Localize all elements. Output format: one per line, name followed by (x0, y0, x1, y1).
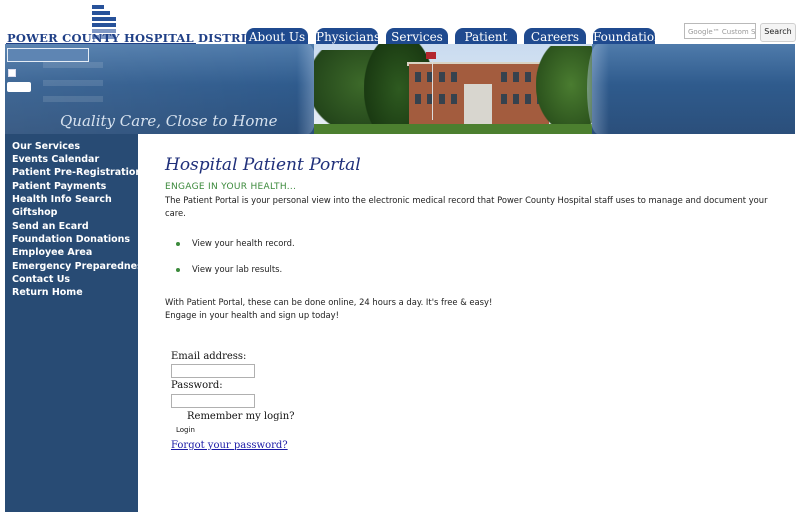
sidebar-item-giftshop[interactable]: Giftshop (12, 207, 57, 218)
search-input[interactable]: Google™ Custom Search (684, 23, 756, 39)
intro-text-line: The Patient Portal is your personal view… (165, 195, 768, 205)
section-subhead: ENGAGE IN YOUR HEALTH... (165, 182, 297, 192)
sidebar-item-our-services[interactable]: Our Services (12, 141, 80, 152)
banner-decoration (43, 96, 103, 102)
header-banner: Quality Care, Close to Home (5, 44, 795, 134)
sidebar-item-contact-us[interactable]: Contact Us (12, 274, 70, 285)
sidebar-item-patient-payments[interactable]: Patient Payments (12, 181, 106, 192)
page-title: Hospital Patient Portal (165, 155, 361, 175)
search-button[interactable]: Search (760, 23, 796, 42)
intro-text-line: care. (165, 208, 186, 218)
banner-button[interactable] (7, 82, 31, 92)
sidebar-item-health-info-search[interactable]: Health Info Search (12, 194, 112, 205)
banner-text-field[interactable] (7, 48, 89, 62)
nav-tab-careers[interactable]: Careers (524, 28, 586, 45)
closing-text-line: With Patient Portal, these can be done o… (165, 297, 493, 307)
banner-tagline: Quality Care, Close to Home (60, 112, 278, 130)
password-field[interactable] (171, 394, 255, 408)
banner-arc-right (587, 44, 609, 134)
nav-tab-about-us[interactable]: About Us (246, 28, 308, 45)
banner-checkbox[interactable] (8, 69, 16, 77)
sidebar-item-foundation-donations[interactable]: Foundation Donations (12, 234, 130, 245)
hospital-building-photo (314, 44, 592, 134)
sidebar-item-patient-pre-registration[interactable]: Patient Pre-Registration (12, 167, 142, 178)
remember-login-label[interactable]: Remember my login? (187, 411, 295, 422)
bullet-item: View your lab results. (192, 264, 283, 274)
forgot-password-link[interactable]: Forgot your password? (171, 440, 288, 451)
sidebar-item-return-home[interactable]: Return Home (12, 287, 83, 298)
banner-decoration (43, 62, 103, 68)
nav-tab-physicians[interactable]: Physicians (316, 28, 380, 45)
banner-decoration (43, 80, 103, 86)
sidebar-nav: Our Services Events Calendar Patient Pre… (5, 134, 148, 512)
bullet-item: View your health record. (192, 238, 295, 248)
sidebar-item-events-calendar[interactable]: Events Calendar (12, 154, 99, 165)
email-field[interactable] (171, 364, 255, 378)
closing-text-line: Engage in your health and sign up today! (165, 310, 339, 320)
nav-tab-patient-info[interactable]: Patient Info (455, 28, 517, 62)
sidebar-item-employee-area[interactable]: Employee Area (12, 247, 92, 258)
bullet-icon (176, 268, 180, 272)
sidebar-item-emergency-preparedness[interactable]: Emergency Preparedness (12, 261, 148, 272)
email-label: Email address: (171, 351, 247, 362)
nav-tab-foundation[interactable]: Foundation (593, 28, 662, 45)
password-label: Password: (171, 380, 223, 391)
login-button[interactable]: Login (176, 426, 195, 434)
sidebar-item-send-an-ecard[interactable]: Send an Ecard (12, 221, 89, 232)
bullet-icon (176, 242, 180, 246)
nav-tab-services[interactable]: Services (386, 28, 448, 45)
